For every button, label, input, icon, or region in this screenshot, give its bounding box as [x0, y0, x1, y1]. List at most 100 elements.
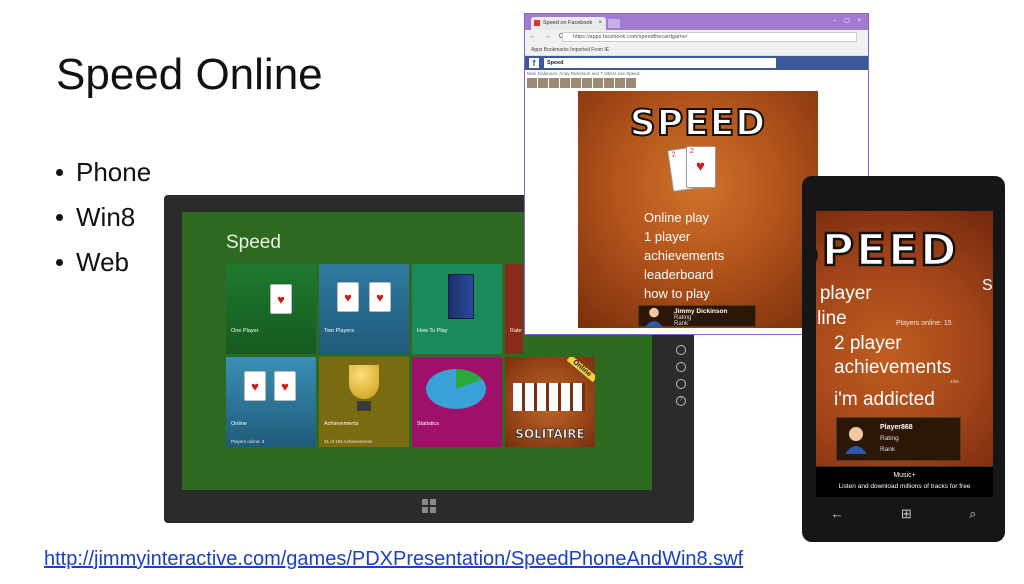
- charms-bar: ?: [676, 345, 686, 406]
- phone-menu-addicted[interactable]: i'm addicted: [834, 389, 935, 411]
- avatar[interactable]: [604, 78, 614, 88]
- facebook-search-input[interactable]: Speed: [544, 58, 776, 68]
- new-tab-button[interactable]: [608, 19, 620, 28]
- tile-solitaire[interactable]: Online SOLITAIRE: [505, 357, 595, 447]
- card-icon: ♥: [270, 284, 292, 314]
- avatar[interactable]: [549, 78, 559, 88]
- avatar[interactable]: [626, 78, 636, 88]
- trophy-icon: [349, 365, 379, 399]
- tile-sub: Players online: 3: [231, 439, 265, 444]
- speed-logo: SPEED: [629, 102, 767, 145]
- back-icon[interactable]: ←: [831, 506, 844, 522]
- online-ribbon: Online: [566, 357, 595, 383]
- card-icon: ♥: [337, 282, 359, 312]
- tile-label: Two Players: [324, 328, 354, 334]
- tile-label: Statistics: [417, 421, 440, 427]
- user-avatar-icon: [845, 427, 867, 454]
- bullet-dot-icon: [56, 214, 63, 221]
- phone-menu-achievements[interactable]: achievements: [834, 357, 951, 379]
- tile-label: How To Play: [417, 328, 448, 334]
- settings-icon[interactable]: [676, 379, 686, 389]
- player-rank-label: Rank: [674, 321, 689, 327]
- browser-tab[interactable]: Speed on Facebook ×: [531, 17, 606, 30]
- user-avatar-icon: [645, 307, 663, 327]
- solitaire-cards-icon: [513, 383, 585, 411]
- achievement-count: 4/50: [950, 379, 959, 384]
- menu-achievements[interactable]: achievements: [644, 248, 724, 263]
- facebook-header: f Speed: [525, 56, 868, 70]
- bullet-text: Win8: [76, 202, 136, 232]
- friends-text: Nani Dickinson, Andy Dickinson and 7 oth…: [527, 71, 641, 76]
- camera-icon[interactable]: [676, 362, 686, 372]
- help-icon[interactable]: ?: [676, 396, 686, 406]
- share-icon[interactable]: [676, 345, 686, 355]
- bookmarks-bar[interactable]: Apps Bookmarks Imported From IE: [525, 44, 868, 56]
- win8-app-title: Speed: [226, 232, 281, 253]
- ad-title: Music+: [893, 472, 916, 479]
- avatar[interactable]: [571, 78, 581, 88]
- browser-toolbar: ← → C https://apps.facebook.com/speedthe…: [525, 30, 868, 44]
- player-card: Jimmy Dickinson Rating Rank: [638, 305, 756, 327]
- menu-leaderboard[interactable]: leaderboard: [644, 267, 713, 282]
- windows-logo-icon[interactable]: ⊞: [901, 506, 912, 522]
- tile-label: One Player: [231, 328, 259, 334]
- ad-text: Listen and download millions of tracks f…: [838, 483, 971, 490]
- tile-label: Online: [231, 421, 247, 427]
- slide-title: Speed Online: [56, 50, 323, 99]
- phone-nav-bar: ← ⊞ ⌕: [802, 506, 1005, 522]
- bullet-item: Phone: [56, 150, 151, 195]
- favicon-icon: [534, 20, 540, 26]
- tile-rate[interactable]: Rate: [505, 264, 523, 354]
- avatar[interactable]: [538, 78, 548, 88]
- card-icon: ♥: [369, 282, 391, 312]
- phone-speed-logo: SPEED: [816, 224, 959, 278]
- card-icon: ♥: [274, 371, 296, 401]
- card-icon: 2 ♥: [686, 146, 716, 188]
- tile-achievements[interactable]: Achievements 21 of 155 Achievements: [319, 357, 409, 447]
- bullet-item: Win8: [56, 195, 151, 240]
- tile-two-players[interactable]: ♥ ♥ Two Players: [319, 264, 409, 354]
- tile-sub: 21 of 155 Achievements: [324, 439, 373, 444]
- avatar[interactable]: [560, 78, 570, 88]
- search-icon[interactable]: ⌕: [969, 506, 976, 522]
- windows-logo-icon[interactable]: [422, 499, 436, 513]
- windows-phone: SPEED S 1 player online Players online: …: [802, 176, 1005, 542]
- tile-label: Rate: [510, 328, 522, 334]
- menu-online-play[interactable]: Online play: [644, 210, 709, 225]
- player-name: Jimmy Dickinson: [674, 308, 728, 315]
- menu-how-to-play[interactable]: how to play: [644, 286, 710, 301]
- friend-avatars: [525, 78, 868, 88]
- book-icon: [448, 274, 474, 319]
- phone-rating-label: Rating: [880, 435, 899, 442]
- bullet-dot-icon: [56, 169, 63, 176]
- phone-menu-two-player[interactable]: 2 player: [834, 333, 902, 355]
- facebook-logo-icon[interactable]: f: [529, 58, 539, 68]
- avatar[interactable]: [582, 78, 592, 88]
- phone-menu-online[interactable]: online: [816, 308, 847, 330]
- avatar[interactable]: [593, 78, 603, 88]
- trophy-base-icon: [357, 401, 371, 411]
- bullet-item: Web: [56, 240, 151, 285]
- close-tab-icon[interactable]: ×: [598, 20, 602, 26]
- ad-banner[interactable]: Music+ Listen and download millions of t…: [816, 466, 993, 497]
- bullet-list: Phone Win8 Web: [56, 150, 151, 285]
- browser-tab-title: Speed on Facebook: [543, 20, 593, 26]
- bullet-text: Phone: [76, 157, 152, 187]
- address-bar[interactable]: https://apps.facebook.com/speedthecardga…: [562, 32, 857, 42]
- speed-game-panel: SPEED 2 2 ♥ Online play 1 player achievem…: [578, 91, 818, 328]
- window-controls[interactable]: – ▢ ×: [833, 17, 864, 24]
- avatar[interactable]: [527, 78, 537, 88]
- tile-one-player[interactable]: ♥ One Player: [226, 264, 316, 354]
- phone-side-letter: S: [982, 277, 993, 294]
- card-icon: ♥: [244, 371, 266, 401]
- phone-rank-label: Rank: [880, 446, 896, 453]
- tile-statistics[interactable]: Statistics: [412, 357, 502, 447]
- tile-online[interactable]: ♥ ♥ Online Players online: 3: [226, 357, 316, 447]
- tile-how-to-play[interactable]: How To Play: [412, 264, 502, 354]
- tile-label: Achievements: [324, 421, 359, 427]
- phone-menu-one-player[interactable]: 1 player: [816, 283, 872, 305]
- players-online-text: Players online: 15: [896, 320, 952, 327]
- presentation-link[interactable]: http://jimmyinteractive.com/games/PDXPre…: [44, 548, 743, 571]
- avatar[interactable]: [615, 78, 625, 88]
- menu-one-player[interactable]: 1 player: [644, 229, 690, 244]
